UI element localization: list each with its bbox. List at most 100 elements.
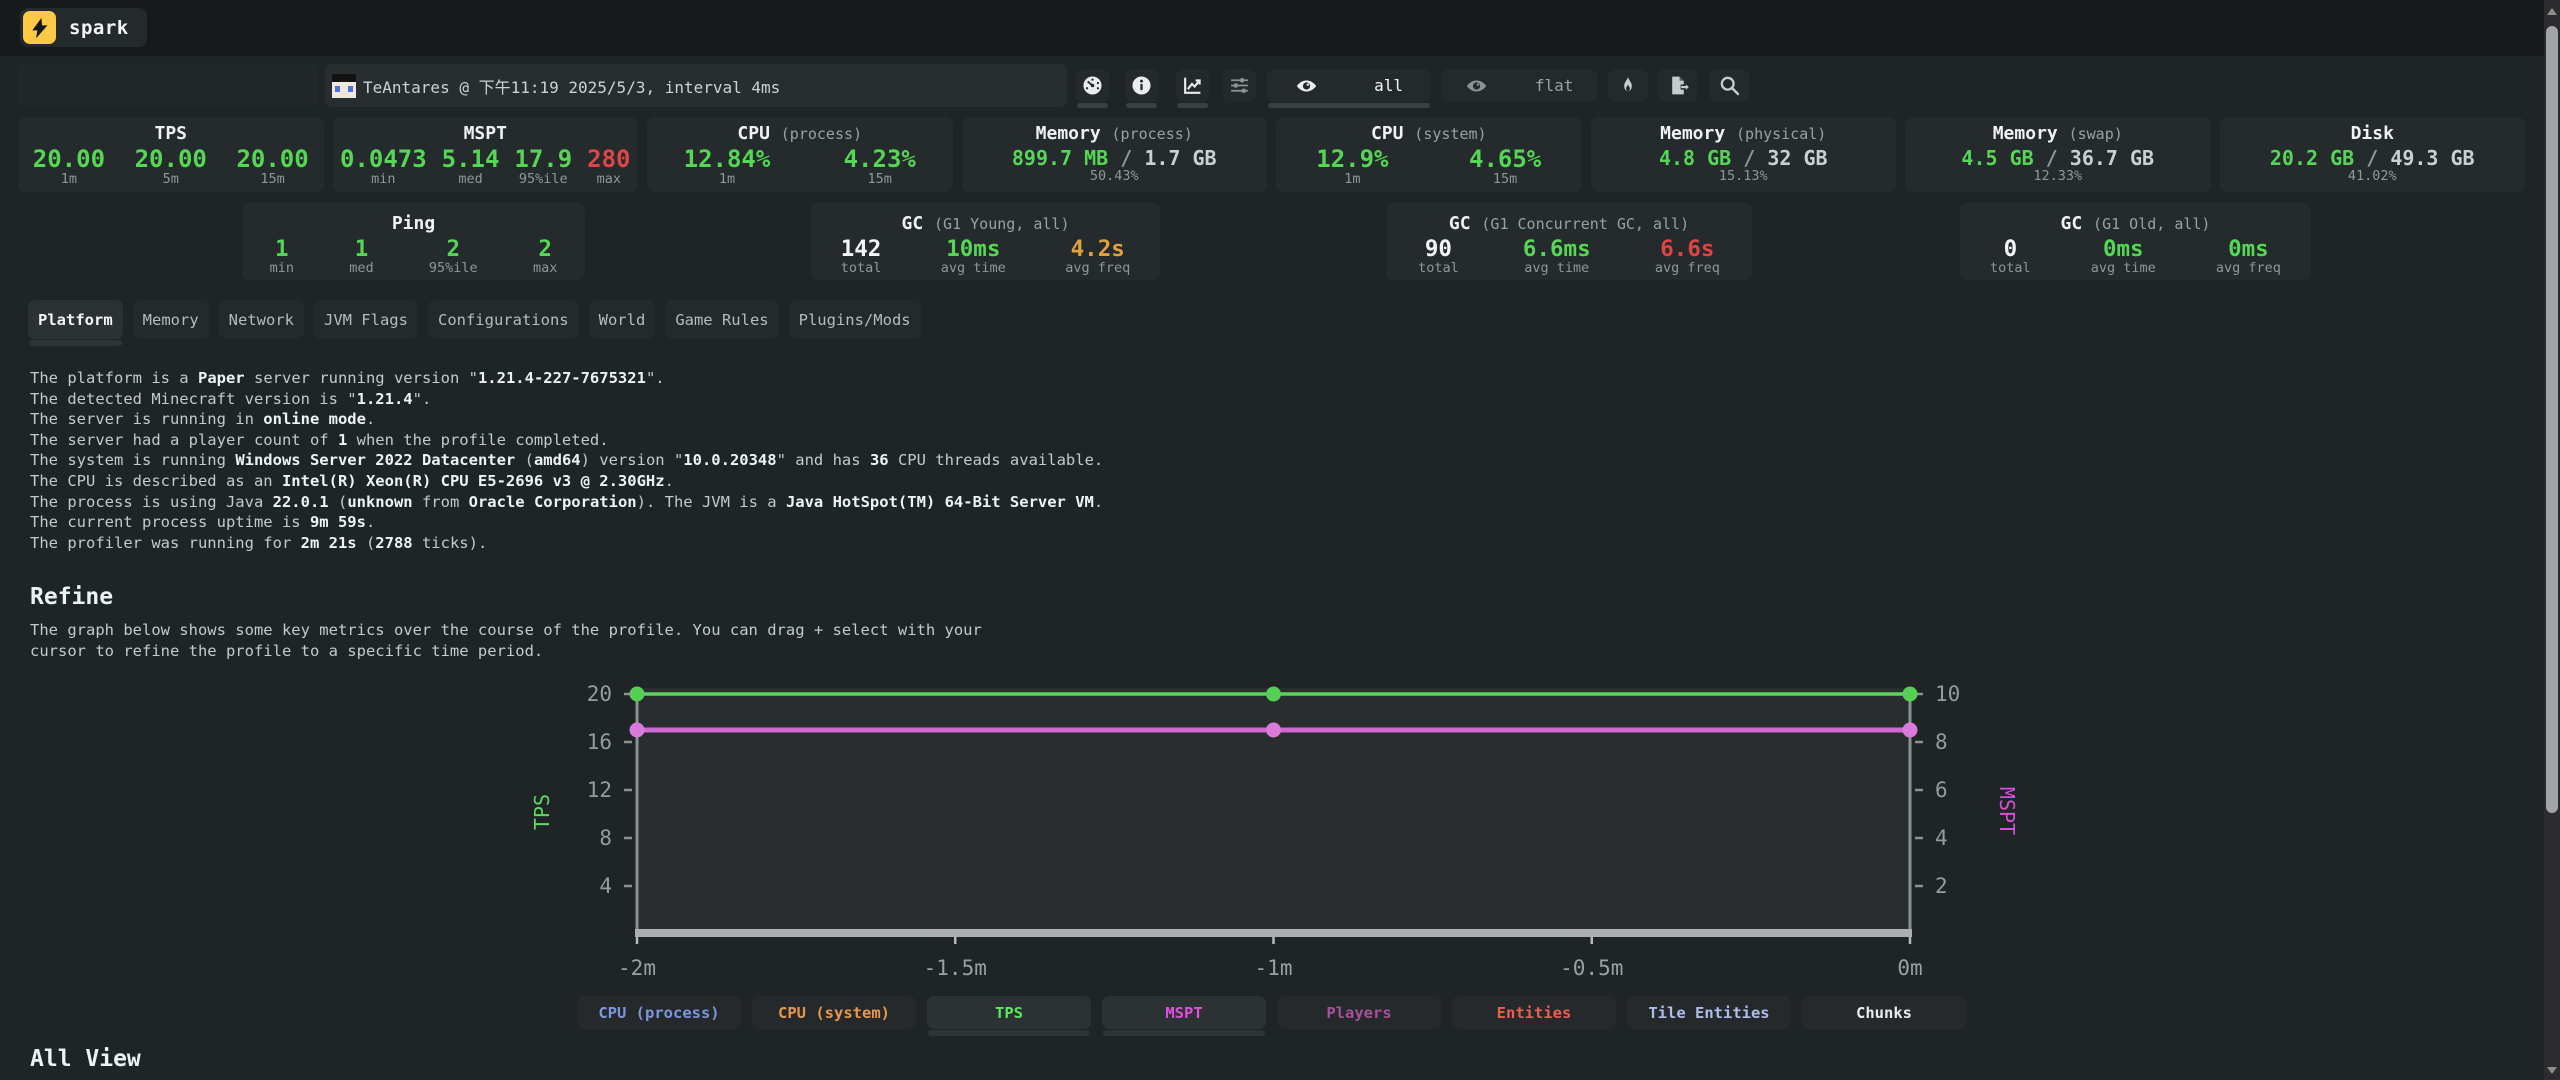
- legend-label: Players: [1326, 1004, 1391, 1022]
- scrollbar-down-arrow[interactable]: [2547, 1067, 2557, 1074]
- view-toggle-flat[interactable]: flat: [1441, 69, 1597, 102]
- tab-plugins-mods[interactable]: Plugins/Mods: [789, 300, 921, 339]
- platform-info-line: The profiler was running for 2m 21s (278…: [30, 533, 1103, 554]
- stat-value: 0: [1990, 237, 2031, 261]
- metrics-chart[interactable]: 48121620246810-2m-1.5m-1m-0.5m0mTPSMSPT: [0, 655, 2560, 990]
- stat-title: Memory (swap): [1905, 124, 2211, 144]
- legend-button-chunks[interactable]: Chunks: [1802, 996, 1966, 1029]
- stat-value-label: 15m: [236, 172, 308, 187]
- stat-widget-memory-swap-: Memory (swap) 4.5 GB / 36.7 GB12.33%: [1905, 117, 2211, 192]
- x-axis-tick-label: -1m: [1255, 956, 1293, 980]
- sliders-icon: [1229, 75, 1250, 96]
- stat-value-label: max: [587, 172, 630, 187]
- view-toggle-label: all: [1374, 76, 1403, 95]
- platform-info-line: The process is using Java 22.0.1 (unknow…: [30, 492, 1103, 513]
- gauge-button[interactable]: [1076, 69, 1109, 102]
- file-export-button[interactable]: [1658, 69, 1698, 102]
- tab-memory[interactable]: Memory: [133, 300, 209, 339]
- stat-title: CPU (process): [647, 124, 953, 144]
- stat-value-label: med: [349, 261, 373, 276]
- platform-info-line: The platform is a Paper server running v…: [30, 368, 1103, 389]
- tab-game-rules[interactable]: Game Rules: [665, 300, 778, 339]
- sliders-button[interactable]: [1223, 69, 1256, 102]
- stat-value: 20.00: [236, 147, 308, 172]
- stat-value-label: avg time: [2091, 261, 2156, 276]
- flame-icon: [1618, 75, 1638, 96]
- stat-value: 0ms: [2216, 237, 2281, 261]
- tab-label: Network: [229, 311, 294, 329]
- legend-button-players[interactable]: Players: [1277, 996, 1441, 1029]
- stat-usage: 4.8 GB / 32 GB: [1591, 148, 1897, 169]
- stat-value-label: total: [841, 261, 882, 276]
- session-info-bar: TeAntares @ 下午11:19 2025/5/3, interval 4…: [325, 64, 1067, 107]
- series-point-tps: [630, 687, 645, 702]
- gauge-icon: [1082, 75, 1103, 96]
- info-icon: [1131, 75, 1152, 96]
- x-axis-tick-label: -2m: [618, 956, 656, 980]
- stat-value-label: max: [533, 261, 557, 276]
- search-button[interactable]: [1709, 69, 1749, 102]
- spark-logo[interactable]: spark: [20, 8, 147, 47]
- stat-value: 0ms: [2091, 237, 2156, 261]
- tab-platform[interactable]: Platform: [28, 300, 123, 339]
- stat-usage: 4.5 GB / 36.7 GB: [1905, 148, 2211, 169]
- right-axis-tick-label: 4: [1935, 826, 1948, 850]
- tab-jvm-flags[interactable]: JVM Flags: [314, 300, 418, 339]
- chart-legend: CPU (process) CPU (system) TPS MSPT Players E…: [577, 996, 1966, 1029]
- tab-world[interactable]: World: [589, 300, 656, 339]
- scrollbar-thumb[interactable]: [2546, 26, 2558, 813]
- stat-title: GC (G1 Old, all): [1960, 214, 2311, 234]
- stat-percent: 12.33%: [1905, 169, 2211, 184]
- series-point-mspt: [1903, 723, 1918, 738]
- right-axis-title: MSPT: [1995, 787, 2019, 835]
- stat-value-label: med: [442, 172, 500, 187]
- stat-value-label: total: [1990, 261, 2031, 276]
- scrollbar-up-arrow[interactable]: [2547, 8, 2557, 15]
- stat-value: 280: [587, 147, 630, 172]
- legend-button-cpu-system-[interactable]: CPU (system): [752, 996, 916, 1029]
- legend-button-entities[interactable]: Entities: [1452, 996, 1616, 1029]
- stat-widget-tps: TPS20.001m20.005m20.0015m: [18, 117, 324, 192]
- stat-value: 142: [841, 237, 882, 261]
- chart-button[interactable]: [1176, 69, 1209, 102]
- series-point-tps: [1266, 687, 1281, 702]
- stat-value: 17.9: [514, 147, 572, 172]
- legend-button-tps[interactable]: TPS: [927, 996, 1091, 1029]
- stat-value: 12.84%: [684, 147, 771, 172]
- stat-value: 2: [429, 237, 478, 261]
- flame-button[interactable]: [1608, 69, 1648, 102]
- legend-button-tile-entities[interactable]: Tile Entities: [1627, 996, 1791, 1029]
- stat-value-label: 15m: [844, 172, 916, 187]
- stat-value-label: avg freq: [1065, 261, 1130, 276]
- stat-percent: 50.43%: [962, 169, 1268, 184]
- stat-value-label: total: [1418, 261, 1459, 276]
- stat-percent: 41.02%: [2220, 169, 2526, 184]
- stat-widget-gc-g1-concurrent-gc-all-: GC (G1 Concurrent GC, all)90total6.6msav…: [1386, 203, 1752, 280]
- stat-widget-gc-g1-young-all-: GC (G1 Young, all)142total10msavg time4.…: [811, 203, 1160, 280]
- right-axis-tick-label: 6: [1935, 778, 1948, 802]
- scrollbar[interactable]: [2544, 0, 2560, 1080]
- legend-label: TPS: [995, 1004, 1023, 1022]
- platform-info-line: The detected Minecraft version is "1.21.…: [30, 389, 1103, 410]
- stat-value-label: min: [340, 172, 427, 187]
- session-title: TeAntares @ 下午11:19 2025/5/3, interval 4…: [363, 74, 780, 98]
- right-axis-tick-label: 2: [1935, 874, 1948, 898]
- tab-configurations[interactable]: Configurations: [428, 300, 579, 339]
- stat-value: 20.00: [33, 147, 105, 172]
- view-toggle-all[interactable]: all: [1267, 69, 1431, 102]
- tab-bar: Platform Memory Network JVM Flags Configurat…: [28, 300, 921, 339]
- search-icon: [1719, 75, 1740, 96]
- legend-button-cpu-process-[interactable]: CPU (process): [577, 996, 741, 1029]
- tab-label: Configurations: [438, 311, 569, 329]
- x-axis-line: [635, 929, 1912, 937]
- x-axis-tick-label: -1.5m: [924, 956, 987, 980]
- stat-value-label: 95%ile: [514, 172, 572, 187]
- legend-button-mspt[interactable]: MSPT: [1102, 996, 1266, 1029]
- left-axis-tick-label: 12: [587, 778, 612, 802]
- stat-value: 12.9%: [1316, 147, 1388, 172]
- tab-label: World: [599, 311, 646, 329]
- tab-network[interactable]: Network: [219, 300, 304, 339]
- stat-widget-gc-g1-old-all-: GC (G1 Old, all)0total0msavg time0msavg …: [1960, 203, 2311, 280]
- right-axis-tick-label: 10: [1935, 682, 1960, 706]
- info-button[interactable]: [1125, 69, 1158, 102]
